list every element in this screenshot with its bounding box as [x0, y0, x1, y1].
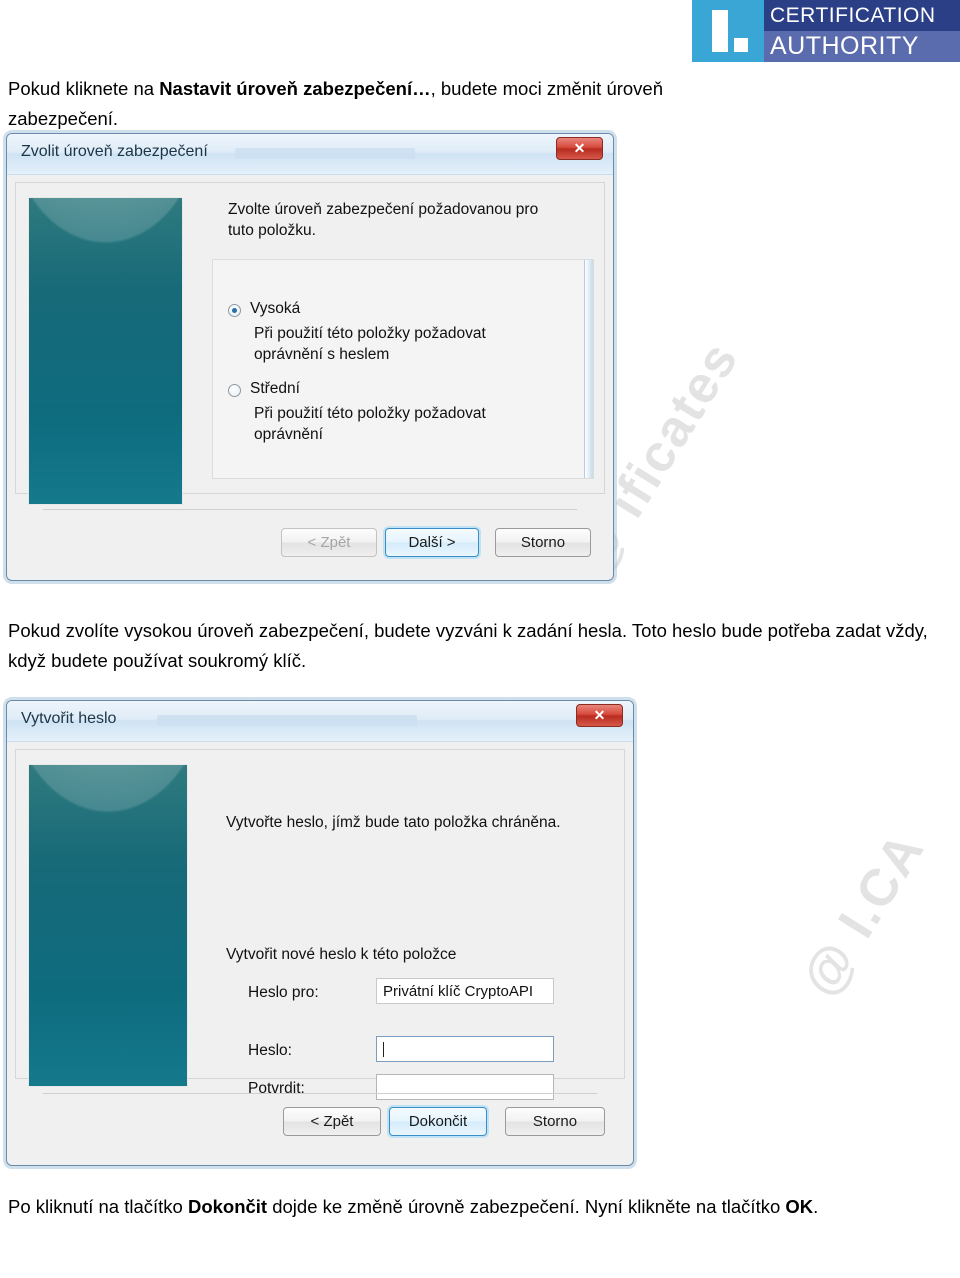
- security-level-titlebar: Zvolit úroveň zabezpečení ✕: [7, 134, 613, 175]
- radio-label-vysoka: Vysoká: [250, 300, 301, 317]
- logo-wordmark: CERTIFICATION AUTHORITY: [764, 0, 960, 62]
- closing-text-suffix: .: [813, 1196, 819, 1217]
- label-heslo: Heslo:: [248, 1042, 292, 1059]
- password-group-label: Vytvořit nové heslo k této položce: [226, 946, 457, 963]
- security-level-banner-image: [28, 197, 183, 505]
- logo-line-authority: AUTHORITY: [764, 31, 960, 62]
- security-level-instruction: Zvolte úroveň zabezpečení požadovanou pr…: [228, 201, 539, 239]
- intro-text-bold: Nastavit úroveň zabezpečení…: [159, 78, 431, 99]
- text-caret: [383, 1041, 384, 1057]
- create-password-titlebar: Vytvořit heslo ✕: [7, 701, 633, 742]
- back-button[interactable]: < Zpět: [283, 1107, 381, 1136]
- intro-text-prefix: Pokud kliknete na: [8, 78, 160, 99]
- potvrdit-input[interactable]: [376, 1074, 554, 1100]
- radio-indicator-stredni[interactable]: [228, 384, 241, 397]
- create-password-content-panel: Vytvořte heslo, jímž bude tato položka c…: [15, 749, 625, 1100]
- create-password-banner-image: [28, 764, 188, 1087]
- options-scrollbar[interactable]: [584, 260, 593, 478]
- security-level-content-panel: Zvolte úroveň zabezpečení požadovanou pr…: [15, 182, 605, 505]
- security-level-options-panel: [212, 259, 594, 479]
- middle-paragraph: Pokud zvolíte vysokou úroveň zabezpečení…: [8, 620, 928, 671]
- logo-bar-shape: [712, 10, 728, 52]
- heslo-input[interactable]: [376, 1036, 554, 1062]
- closing-text-prefix: Po kliknutí na tlačítko: [8, 1196, 188, 1217]
- titlebar-ghost-text: [235, 148, 415, 159]
- radio-description-vysoka: Při použití této položky požadovat opráv…: [254, 325, 486, 363]
- logo-dot-shape: [734, 38, 748, 52]
- label-heslo-pro: Heslo pro:: [248, 984, 319, 1001]
- security-level-dialog: Zvolit úroveň zabezpečení ✕ Zvolte úrove…: [6, 133, 614, 581]
- logo-line-certification: CERTIFICATION: [764, 0, 960, 31]
- intro-paragraph: Pokud kliknete na Nastavit úroveň zabezp…: [8, 74, 708, 134]
- radio-option-stredni[interactable]: Střední Při použití této položky požadov…: [228, 380, 558, 443]
- security-level-footer-separator: [43, 509, 577, 510]
- create-password-instruction: Vytvořte heslo, jímž bude tato položka c…: [226, 814, 561, 831]
- radio-option-vysoka[interactable]: Vysoká Při použití této položky požadova…: [228, 300, 558, 365]
- radio-indicator-vysoka[interactable]: [228, 304, 241, 317]
- heslo-pro-field: Privátní klíč CryptoAPI: [376, 978, 554, 1004]
- next-button[interactable]: Další >: [385, 528, 479, 557]
- radio-label-stredni: Střední: [250, 380, 300, 397]
- closing-text-middle: dojde ke změně úrovně zabezpečení. Nyní …: [267, 1196, 786, 1217]
- closing-text-bold-ok: OK: [785, 1196, 814, 1217]
- cancel-button[interactable]: Storno: [495, 528, 591, 557]
- watermark-lower: @ I.CA: [790, 821, 937, 1007]
- security-level-title: Zvolit úroveň zabezpečení: [21, 143, 208, 160]
- finish-button[interactable]: Dokončit: [389, 1107, 487, 1136]
- create-password-footer-separator: [43, 1093, 597, 1094]
- label-potvrdit: Potvrdit:: [248, 1080, 305, 1097]
- cancel-button[interactable]: Storno: [505, 1107, 605, 1136]
- close-icon[interactable]: ✕: [556, 137, 603, 160]
- create-password-title: Vytvořit heslo: [21, 710, 117, 727]
- create-password-dialog: Vytvořit heslo ✕ Vytvořte heslo, jímž bu…: [6, 700, 634, 1166]
- radio-description-stredni: Při použití této položky požadovat opráv…: [254, 405, 486, 443]
- titlebar-ghost-text: [157, 715, 417, 726]
- close-icon[interactable]: ✕: [576, 704, 623, 727]
- closing-text-bold-dokoncit: Dokončit: [187, 1196, 268, 1217]
- closing-paragraph: Po kliknutí na tlačítko Dokončit dojde k…: [8, 1192, 952, 1222]
- back-button[interactable]: < Zpět: [281, 528, 377, 557]
- certification-authority-logo: CERTIFICATION AUTHORITY: [692, 0, 960, 62]
- logo-mark-icon: [692, 0, 764, 62]
